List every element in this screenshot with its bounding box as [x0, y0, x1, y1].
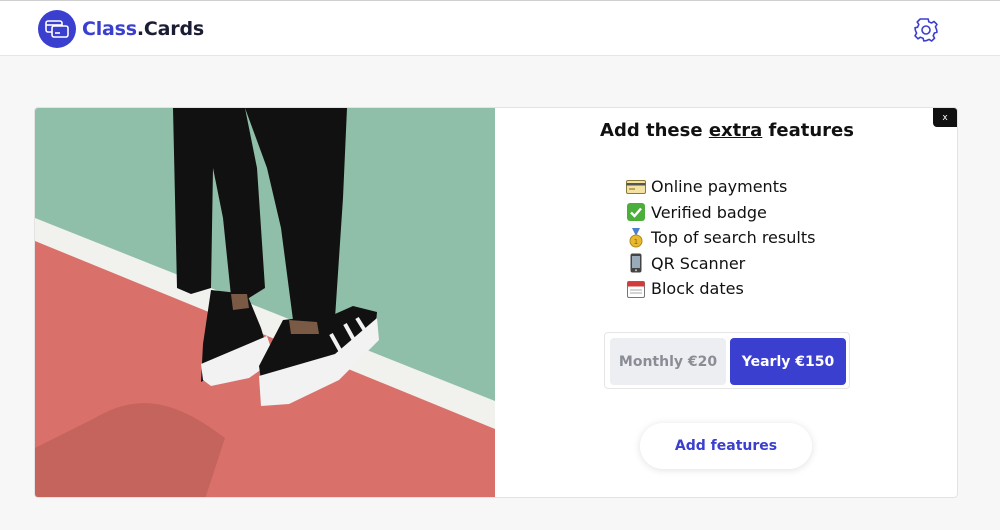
list-item: Online payments [625, 174, 815, 200]
card-icon [38, 10, 76, 48]
medal-icon: 1 [625, 227, 647, 248]
check-mark-icon [625, 202, 647, 222]
brand-part-class: Class [82, 18, 137, 40]
yearly-plan-option[interactable]: Yearly €150 [730, 338, 846, 385]
upgrade-modal: x Add these extra features Online paymen… [34, 107, 958, 498]
svg-text:1: 1 [634, 238, 638, 246]
brand-part-cards: .Cards [136, 18, 204, 40]
feature-label: Block dates [651, 279, 744, 299]
logo[interactable]: Class.Cards [38, 10, 204, 48]
monthly-plan-option[interactable]: Monthly €20 [610, 338, 726, 385]
list-item: QR Scanner [625, 251, 815, 277]
list-item: Block dates [625, 276, 815, 302]
top-bar: Class.Cards [0, 0, 1000, 56]
plan-toggle: Monthly €20 Yearly €150 [604, 332, 850, 389]
brand-name: Class.Cards [82, 18, 204, 40]
list-item: Verified badge [625, 200, 815, 226]
title-emphasis: extra [708, 120, 763, 141]
phone-icon [625, 253, 647, 273]
add-features-button[interactable]: Add features [640, 423, 812, 469]
title-text-end: features [762, 120, 854, 141]
title-text-start: Add these [600, 120, 709, 141]
gear-icon[interactable] [912, 16, 940, 44]
feature-label: Top of search results [651, 228, 816, 248]
feature-list: Online payments Verified badge 1 Top of … [625, 174, 815, 302]
sneakers-photo [35, 108, 495, 497]
feature-label: Verified badge [651, 202, 767, 222]
features-panel: Add these extra features Online payments… [495, 108, 957, 497]
feature-label: QR Scanner [651, 253, 746, 273]
credit-card-icon [625, 177, 647, 197]
calendar-icon [625, 279, 647, 299]
modal-title: Add these extra features [495, 120, 957, 141]
list-item: 1 Top of search results [625, 225, 815, 251]
feature-label: Online payments [651, 177, 788, 197]
